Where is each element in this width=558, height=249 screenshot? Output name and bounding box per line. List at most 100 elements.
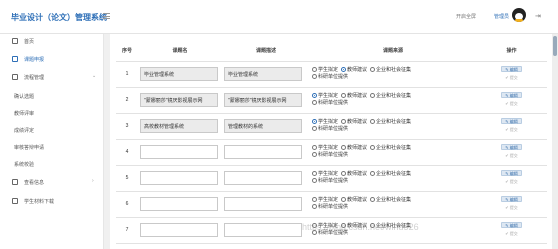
topic-desc-field[interactable]: "蒙娜丽莎"镜厌影视展示网: [224, 93, 302, 107]
submit-button[interactable]: ✔ 提交: [501, 152, 521, 158]
radio-icon[interactable]: [341, 119, 347, 124]
table-row: 5 学生拟定 教师建议 企业和社会征集 科研单位提供 ✎ 编辑 ✔ 提交: [116, 165, 547, 192]
topic-desc-field[interactable]: 管理教材的系统: [224, 119, 302, 133]
sidebar: 首页 课题申报 流程管理 ⌄ 确认选题教师评审成绩评定审核答辩申请 系统校验 查看信…: [0, 34, 104, 249]
topic-title-field[interactable]: "蒙娜丽莎"镜厌影视展示网: [140, 93, 218, 107]
folder-icon: [12, 179, 18, 185]
menu-toggle-icon[interactable]: [103, 13, 110, 19]
source-radio-option[interactable]: 科研单位提供: [312, 74, 348, 80]
source-radio-option[interactable]: 企业和社会征集: [370, 171, 411, 177]
source-radio-option[interactable]: 学生拟定: [312, 171, 338, 177]
sidebar-subitem[interactable]: 系统校验: [0, 157, 104, 171]
topic-desc-field[interactable]: [224, 171, 302, 185]
edit-button[interactable]: ✎ 编辑: [501, 118, 522, 124]
edit-button[interactable]: ✎ 编辑: [501, 170, 522, 176]
source-radio-option[interactable]: 教师建议: [341, 67, 367, 73]
radio-icon[interactable]: [341, 197, 347, 202]
scrollbar-thumb[interactable]: [553, 36, 557, 56]
radio-icon[interactable]: [370, 171, 376, 176]
radio-icon[interactable]: [312, 119, 317, 124]
submit-button[interactable]: ✔ 提交: [501, 74, 521, 80]
source-radio-option[interactable]: 学生拟定: [312, 67, 338, 73]
radio-icon[interactable]: [341, 93, 347, 98]
sidebar-item-download[interactable]: 学生材料下载: [0, 194, 104, 208]
radio-icon[interactable]: [312, 100, 317, 105]
topic-title-field[interactable]: [140, 145, 218, 159]
source-radio-option[interactable]: 科研单位提供: [312, 178, 348, 184]
radio-icon[interactable]: [312, 126, 317, 131]
submit-button[interactable]: ✔ 提交: [501, 204, 521, 210]
edit-button[interactable]: ✎ 编辑: [501, 196, 522, 202]
fullscreen-button[interactable]: 开启全屏: [456, 13, 476, 20]
topic-title-field[interactable]: [140, 171, 218, 185]
radio-icon[interactable]: [312, 93, 317, 98]
sidebar-subitem[interactable]: 确认选题: [0, 89, 104, 103]
radio-icon[interactable]: [312, 67, 317, 72]
logout-icon[interactable]: ⇥: [535, 12, 541, 20]
source-radio-option[interactable]: 企业和社会征集: [370, 67, 411, 73]
source-radio-option[interactable]: 科研单位提供: [312, 126, 348, 132]
radio-icon[interactable]: [312, 197, 317, 202]
submit-button[interactable]: ✔ 提交: [501, 178, 521, 184]
radio-icon[interactable]: [370, 119, 376, 124]
radio-icon[interactable]: [370, 67, 376, 72]
source-radio-option[interactable]: 教师建议: [341, 197, 367, 203]
edit-button[interactable]: ✎ 编辑: [501, 92, 522, 98]
source-radio-option[interactable]: 科研单位提供: [312, 100, 348, 106]
radio-icon[interactable]: [312, 204, 317, 209]
edit-button[interactable]: ✎ 编辑: [501, 144, 522, 150]
sidebar-item-review[interactable]: 查看信息 ›: [0, 175, 104, 189]
topic-title-field[interactable]: 毕业管理系统: [140, 67, 218, 81]
radio-icon[interactable]: [312, 178, 317, 183]
radio-icon[interactable]: [370, 145, 376, 150]
radio-icon[interactable]: [312, 145, 317, 150]
sidebar-item-process[interactable]: 流程管理 ⌄: [0, 70, 104, 84]
topic-title-field[interactable]: [140, 223, 218, 237]
radio-icon[interactable]: [370, 93, 376, 98]
row-number: 3: [116, 113, 138, 140]
source-radio-option[interactable]: 企业和社会征集: [370, 145, 411, 151]
edit-button[interactable]: ✎ 编辑: [501, 66, 522, 72]
checkbox-icon: [12, 56, 18, 62]
radio-icon[interactable]: [312, 74, 317, 79]
sidebar-subitem[interactable]: 成绩评定: [0, 123, 104, 137]
source-radio-option[interactable]: 学生拟定: [312, 145, 338, 151]
sidebar-subitem[interactable]: 审核答辩申请: [0, 140, 104, 154]
topic-desc-field[interactable]: 毕业管理系统: [224, 67, 302, 81]
source-radio-option[interactable]: 学生拟定: [312, 119, 338, 125]
sidebar-subitem[interactable]: 教师评审: [0, 106, 104, 120]
source-radio-option[interactable]: 教师建议: [341, 119, 367, 125]
username-label[interactable]: 管理员: [494, 13, 509, 20]
source-radio-option[interactable]: 教师建议: [341, 93, 367, 99]
topic-desc-field[interactable]: [224, 145, 302, 159]
source-radio-option[interactable]: 科研单位提供: [312, 152, 348, 158]
topic-title-field[interactable]: [140, 197, 218, 211]
submit-button[interactable]: ✔ 提交: [501, 100, 521, 106]
topic-desc-field[interactable]: [224, 197, 302, 211]
sidebar-item-topic-apply[interactable]: 课题申报: [0, 52, 104, 66]
app-title: 毕业设计（论文）管理系统: [11, 13, 107, 22]
radio-icon[interactable]: [370, 197, 376, 202]
source-radio-option[interactable]: 企业和社会征集: [370, 119, 411, 125]
radio-icon[interactable]: [341, 145, 347, 150]
radio-icon[interactable]: [312, 171, 317, 176]
source-radio-option[interactable]: 企业和社会征集: [370, 93, 411, 99]
submit-button[interactable]: ✔ 提交: [501, 230, 521, 236]
scrollbar[interactable]: [552, 34, 558, 249]
radio-icon[interactable]: [341, 67, 347, 72]
radio-icon[interactable]: [341, 171, 347, 176]
source-radio-option[interactable]: 教师建议: [341, 145, 367, 151]
topic-title-field[interactable]: 高校教材管理系统: [140, 119, 218, 133]
topic-table: 序号 课题名 课题描述 课题来源 操作 1 毕业管理系统 毕业管理系统 学生拟定 教师建议 企业和…: [116, 40, 547, 244]
source-radio-option[interactable]: 学生拟定: [312, 93, 338, 99]
source-radio-option[interactable]: 科研单位提供: [312, 204, 348, 210]
avatar[interactable]: [512, 8, 526, 22]
topic-desc-field[interactable]: [224, 223, 302, 237]
source-radio-option[interactable]: 教师建议: [341, 171, 367, 177]
source-radio-option[interactable]: 企业和社会征集: [370, 197, 411, 203]
submit-button[interactable]: ✔ 提交: [501, 126, 521, 132]
source-radio-option[interactable]: 学生拟定: [312, 197, 338, 203]
sidebar-item-home[interactable]: 首页: [0, 34, 104, 48]
radio-icon[interactable]: [312, 152, 317, 157]
edit-button[interactable]: ✎ 编辑: [501, 222, 522, 228]
